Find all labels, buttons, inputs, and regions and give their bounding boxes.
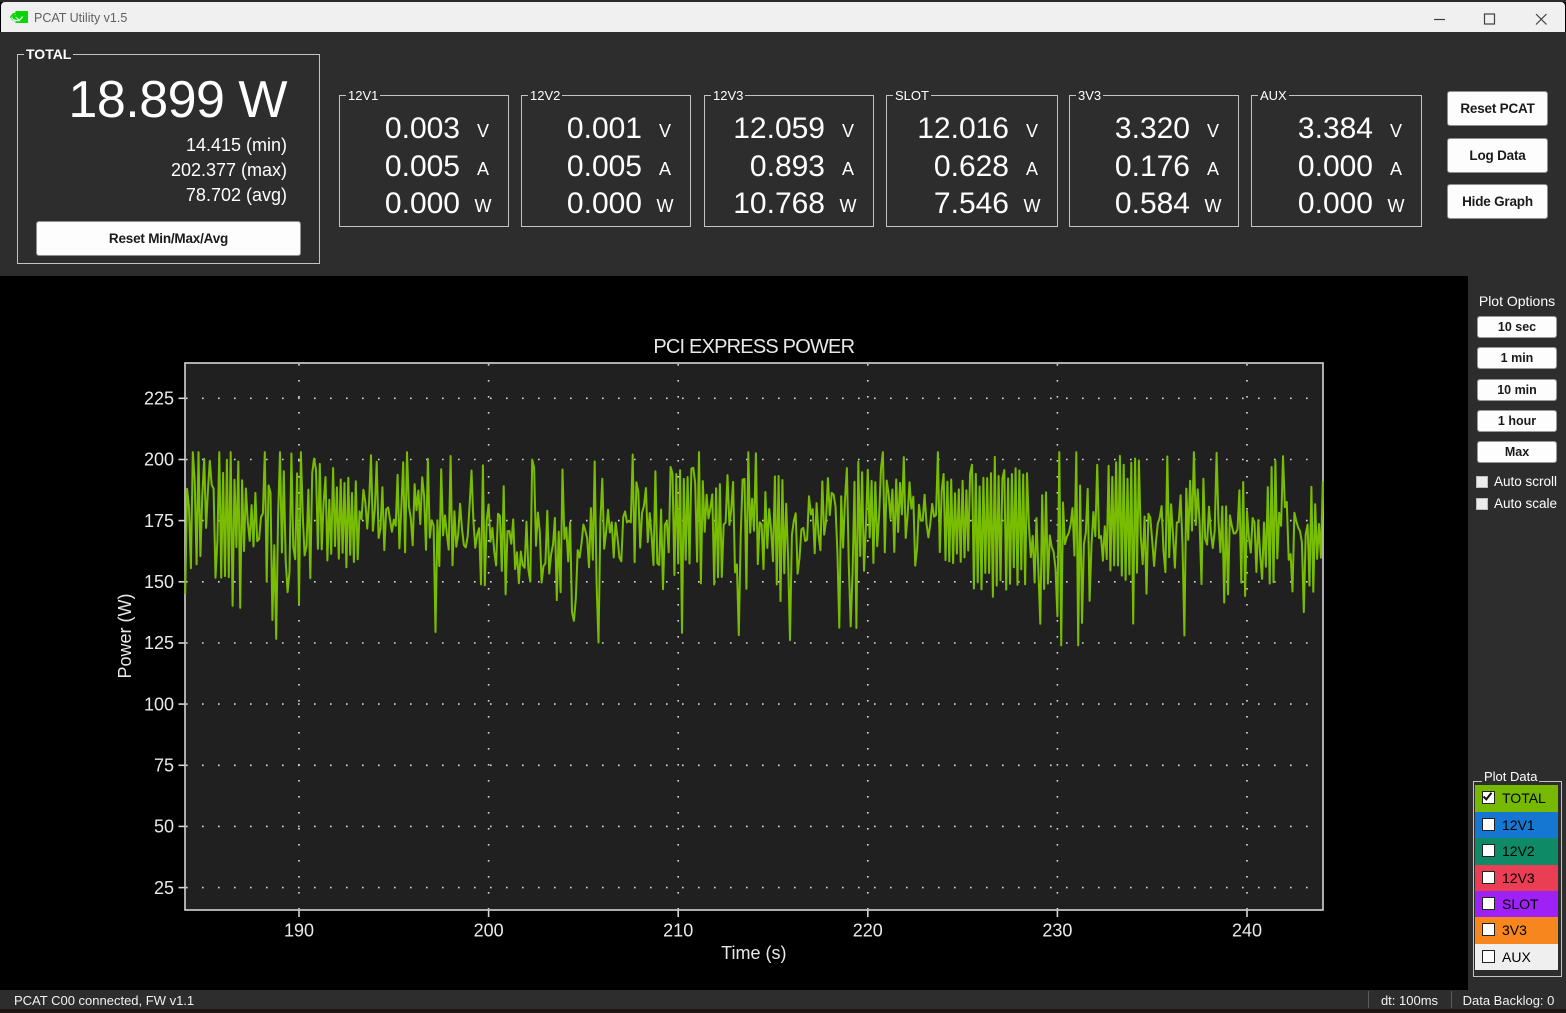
svg-text:100: 100 (144, 694, 174, 714)
svg-text:200: 200 (144, 450, 174, 470)
svg-text:225: 225 (144, 389, 174, 409)
svg-text:230: 230 (1042, 921, 1072, 941)
svg-text:200: 200 (474, 921, 504, 941)
svg-text:190: 190 (284, 921, 314, 941)
svg-text:Power (W): Power (W) (115, 594, 135, 679)
svg-text:210: 210 (663, 921, 693, 941)
svg-text:125: 125 (144, 633, 174, 653)
svg-text:150: 150 (144, 572, 174, 592)
svg-text:PCI EXPRESS POWER: PCI EXPRESS POWER (653, 336, 854, 358)
svg-text:50: 50 (154, 817, 174, 837)
svg-text:25: 25 (154, 878, 174, 898)
svg-text:175: 175 (144, 511, 174, 531)
svg-text:220: 220 (853, 921, 883, 941)
svg-text:240: 240 (1232, 921, 1262, 941)
svg-text:75: 75 (154, 756, 174, 776)
svg-text:Time (s): Time (s) (721, 943, 786, 963)
